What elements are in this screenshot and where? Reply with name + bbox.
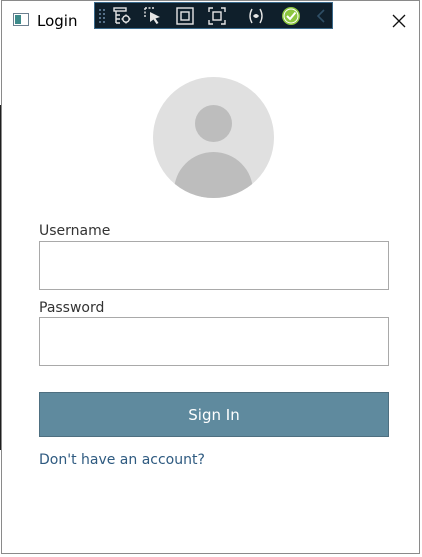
collapse-toolbar-icon (316, 9, 325, 23)
go-to-live-visual-tree-icon (113, 7, 131, 24)
display-layout-adorners-button[interactable] (174, 5, 196, 27)
user-placeholder-icon (195, 105, 232, 142)
debug-toolbar (94, 2, 333, 29)
username-input[interactable] (39, 241, 389, 290)
create-account-link[interactable]: Don't have an account? (39, 452, 205, 468)
binding-failures-button[interactable] (245, 5, 267, 27)
track-focused-element-icon (208, 7, 226, 25)
hot-reload-status-button[interactable] (280, 5, 302, 27)
binding-failures-icon (249, 8, 263, 24)
window-title: Login (37, 12, 78, 30)
display-layout-adorners-icon (176, 7, 194, 25)
hot-reload-check-icon (282, 7, 300, 25)
login-window: Login Username Password Sign In Don't ha… (1, 0, 420, 554)
select-element-icon (144, 7, 160, 24)
user-avatar (153, 77, 274, 198)
collapse-toolbar-button[interactable] (311, 5, 333, 27)
close-button[interactable] (379, 1, 419, 39)
close-icon (392, 14, 406, 28)
go-to-live-visual-tree-button[interactable] (111, 5, 133, 27)
sign-in-button[interactable]: Sign In (39, 392, 389, 437)
track-focused-element-button[interactable] (206, 5, 228, 27)
password-label: Password (39, 300, 105, 316)
window-app-icon (13, 13, 29, 26)
select-element-button[interactable] (142, 5, 164, 27)
password-input[interactable] (39, 317, 389, 366)
toolbar-grip[interactable] (98, 8, 106, 24)
username-label: Username (39, 223, 111, 239)
